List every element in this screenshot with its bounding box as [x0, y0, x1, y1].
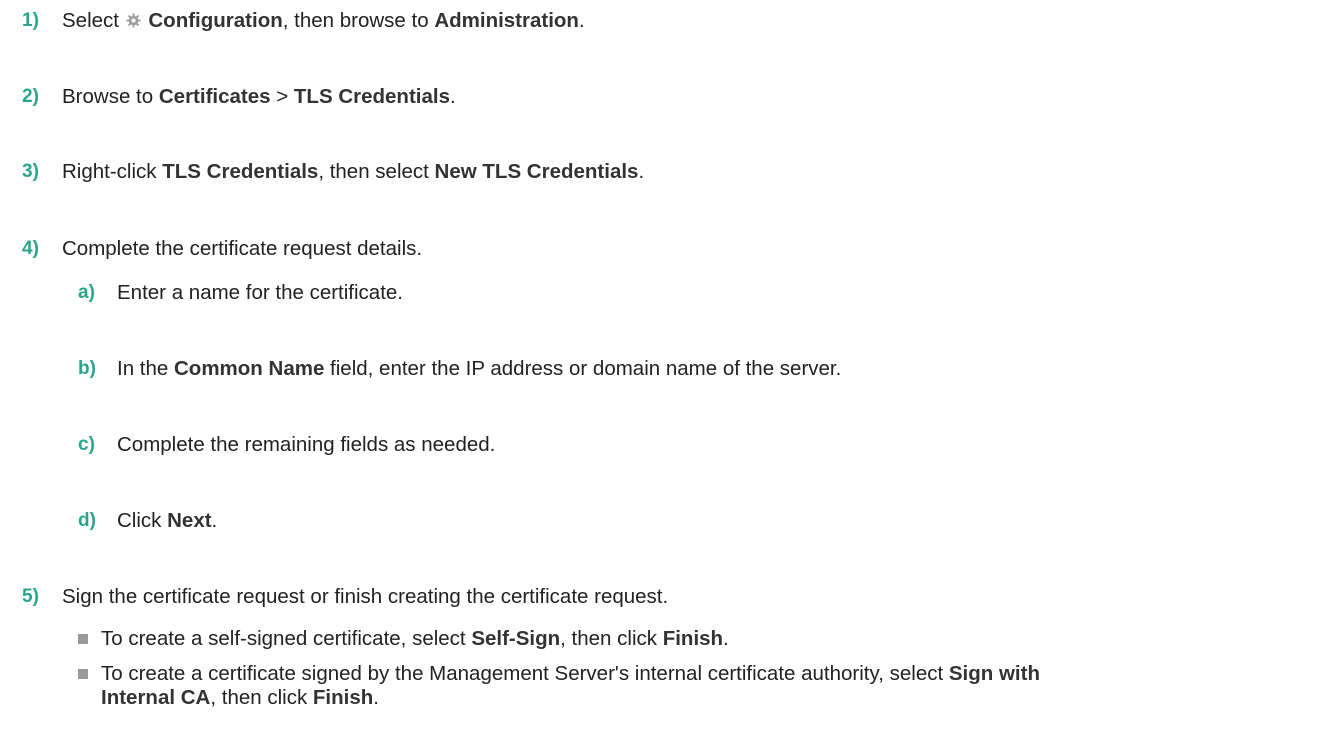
- step-text: Complete the certificate request details…: [62, 237, 423, 260]
- substep-text: Complete the remaining fields as needed.: [117, 433, 496, 456]
- substep-text: In the Common Name field, enter the IP a…: [117, 357, 842, 380]
- square-bullet-icon: [78, 669, 88, 679]
- step-text: Right-click TLS Credentials, then select…: [62, 160, 645, 183]
- substep-number: c): [78, 434, 95, 455]
- step-number: 1): [22, 10, 39, 31]
- step-number: 5): [22, 586, 39, 607]
- step-number: 2): [22, 86, 39, 107]
- substep-number: a): [78, 282, 95, 303]
- step-text: Browse to Certificates > TLS Credentials…: [62, 85, 456, 108]
- substep-number: d): [78, 510, 96, 531]
- square-bullet-icon: [78, 634, 88, 644]
- substep-text: Enter a name for the certificate.: [117, 281, 403, 304]
- gear-icon: [126, 13, 141, 28]
- bullet-text: To create a self-signed certificate, sel…: [101, 627, 729, 650]
- bullet-text: To create a certificate signed by the Ma…: [101, 662, 1040, 685]
- step-text: Select Configuration, then browse to Adm…: [62, 9, 585, 32]
- step-text: Sign the certificate request or finish c…: [62, 585, 669, 608]
- step-number: 4): [22, 238, 39, 259]
- step-number: 3): [22, 161, 39, 182]
- bullet-text-continued: Internal CA, then click Finish.: [101, 686, 379, 709]
- substep-number: b): [78, 358, 96, 379]
- configuration-label: Configuration: [148, 9, 283, 32]
- substep-text: Click Next.: [117, 509, 218, 532]
